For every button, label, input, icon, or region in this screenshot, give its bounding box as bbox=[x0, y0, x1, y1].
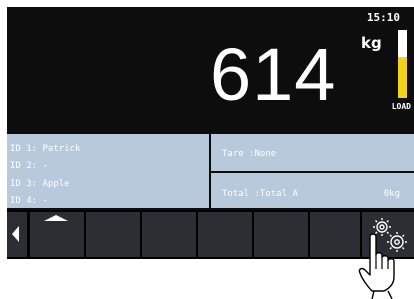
clock: 15:10 bbox=[366, 11, 400, 24]
softkey-5[interactable] bbox=[254, 212, 308, 257]
tare-panel[interactable]: Tare :None bbox=[211, 134, 414, 171]
total-panel[interactable]: Total :Total A 0kg bbox=[211, 173, 414, 208]
load-label: LOAD bbox=[391, 102, 411, 111]
tare-text: Tare :None bbox=[222, 149, 277, 159]
id-row-3: ID 3: Apple bbox=[10, 179, 70, 189]
total-text: Total :Total A bbox=[222, 189, 298, 199]
id-row-2: ID 2: - bbox=[10, 161, 48, 171]
up-arrow-icon bbox=[44, 215, 68, 221]
load-bar bbox=[398, 30, 407, 98]
softkey-up[interactable] bbox=[30, 212, 84, 257]
softkey-2[interactable] bbox=[86, 212, 140, 257]
hand-pointer-icon bbox=[358, 233, 395, 299]
id-row-4: ID 4: - bbox=[10, 196, 48, 206]
id-panel[interactable]: ID 1: Patrick ID 2: - ID 3: Apple ID 4: … bbox=[7, 134, 209, 208]
softkey-4[interactable] bbox=[198, 212, 252, 257]
weight-unit: kg bbox=[361, 34, 382, 52]
softkey-left[interactable] bbox=[7, 212, 27, 257]
load-bar-fill bbox=[398, 57, 407, 98]
weight-readout: 614 bbox=[210, 33, 337, 116]
softkey-3[interactable] bbox=[142, 212, 196, 257]
id-row-1: ID 1: Patrick bbox=[10, 144, 81, 154]
total-value: 0kg bbox=[383, 189, 400, 199]
left-arrow-icon bbox=[12, 226, 19, 242]
terminal-screen: 15:10 614 kg LOAD ID 1: Patrick ID 2: - … bbox=[7, 7, 414, 259]
